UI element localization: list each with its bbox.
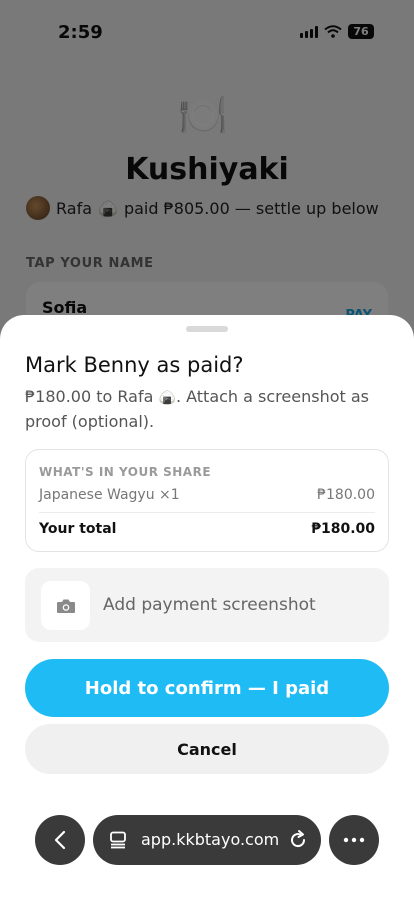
sheet-description: ₱180.00 to Rafa 🍙. Attach a screenshot a… [25,385,395,434]
more-dots-icon [343,837,365,843]
cancel-button[interactable]: Cancel [25,724,389,774]
address-bar[interactable]: app.kkbtayo.com [93,815,321,865]
upload-screenshot-button[interactable]: Add payment screenshot [25,568,389,642]
hold-to-confirm-button[interactable]: Hold to confirm — I paid [25,659,389,717]
camera-tile [41,581,90,630]
total-row: Your total ₱180.00 [39,521,375,537]
share-label: WHAT'S IN YOUR SHARE [39,465,212,479]
browser-toolbar: app.kkbtayo.com [0,815,414,867]
divider [39,512,375,513]
camera-icon [56,599,75,613]
tab-overview-icon [110,831,126,849]
total-label: Your total [39,521,117,537]
onigiri-icon: 🍙 [158,390,176,406]
reload-icon[interactable] [287,829,309,851]
sheet-grabber[interactable] [186,326,228,332]
item-amount: ₱180.00 [317,487,375,503]
item-name: Japanese Wagyu ×1 [39,487,180,503]
url-text: app.kkbtayo.com [141,830,280,849]
upload-label: Add payment screenshot [103,595,316,615]
list-item: Japanese Wagyu ×1 ₱180.00 [39,487,375,509]
share-card: WHAT'S IN YOUR SHARE Japanese Wagyu ×1 ₱… [25,449,389,552]
back-button[interactable] [35,815,85,865]
chevron-left-icon [54,830,66,850]
total-amount: ₱180.00 [311,521,375,537]
desc-amount: ₱180.00 to Rafa [25,387,154,406]
sheet-title: Mark Benny as paid? [25,353,244,377]
bottom-sheet: Mark Benny as paid? ₱180.00 to Rafa 🍙. A… [0,315,414,900]
more-options-button[interactable] [329,815,379,865]
